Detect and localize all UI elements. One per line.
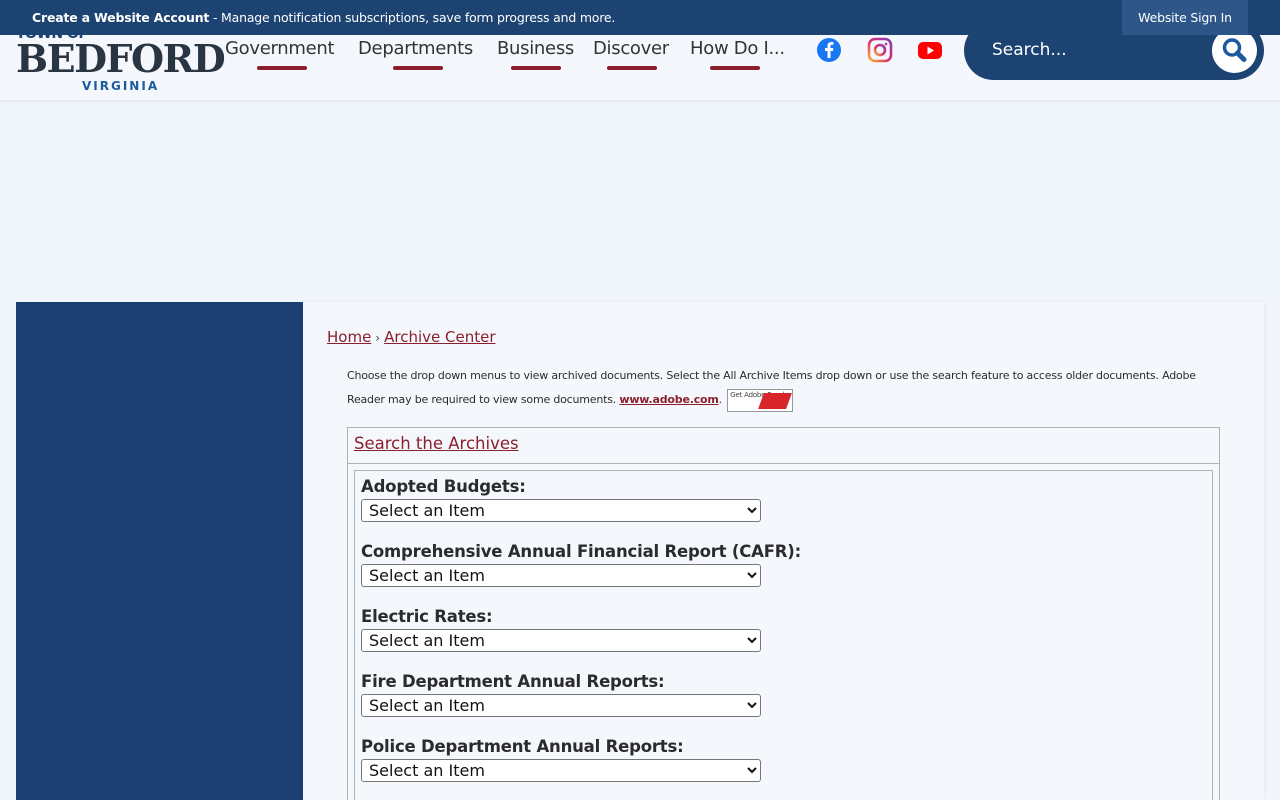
get-adobe-reader-badge[interactable]: Get Adobe Reader: [727, 388, 794, 412]
top-announcement-bar: Create a Website Account - Manage notifi…: [0, 0, 1280, 35]
instagram-icon[interactable]: [867, 37, 893, 63]
breadcrumb: Home › Archive Center: [327, 328, 496, 346]
cafr-select[interactable]: Select an Item: [361, 564, 761, 587]
nav-underline: [393, 66, 443, 70]
nav-how-do-i[interactable]: How Do I...: [690, 38, 785, 70]
archive-search-box: Search the Archives Adopted Budgets: Sel…: [347, 427, 1220, 800]
breadcrumb-separator: ›: [375, 331, 381, 345]
archive-fields: Adopted Budgets: Select an Item Comprehe…: [354, 470, 1213, 800]
field-label: Police Department Annual Reports:: [361, 737, 684, 756]
account-message: Create a Website Account - Manage notifi…: [32, 0, 615, 35]
create-account-link[interactable]: Create a Website Account: [32, 10, 209, 25]
police-department-reports-select[interactable]: Select an Item: [361, 759, 761, 782]
fire-department-reports-select[interactable]: Select an Item: [361, 694, 761, 717]
nav-underline: [257, 66, 307, 70]
breadcrumb-archive-center-link[interactable]: Archive Center: [384, 328, 495, 346]
field-police-department-reports: Police Department Annual Reports: Select…: [361, 737, 761, 782]
field-adopted-budgets: Adopted Budgets: Select an Item: [361, 477, 761, 522]
logo-name-text: BEDFORD: [16, 36, 226, 81]
archive-header: Search the Archives: [348, 428, 1219, 464]
account-message-text: - Manage notification subscriptions, sav…: [209, 10, 616, 25]
electric-rates-select[interactable]: Select an Item: [361, 629, 761, 652]
field-label: Adopted Budgets:: [361, 477, 526, 496]
field-fire-department-reports: Fire Department Annual Reports: Select a…: [361, 672, 761, 717]
field-label: Fire Department Annual Reports:: [361, 672, 665, 691]
adobe-link[interactable]: www.adobe.com: [619, 393, 718, 406]
nav-label: Departments: [358, 38, 474, 59]
website-sign-in-button[interactable]: Website Sign In: [1122, 0, 1248, 35]
field-electric-rates: Electric Rates: Select an Item: [361, 607, 761, 652]
nav-label: Government: [225, 38, 335, 59]
search-archives-link[interactable]: Search the Archives: [354, 434, 519, 453]
intro-paragraph: Choose the drop down menus to view archi…: [347, 364, 1197, 412]
intro-period: .: [718, 393, 723, 406]
nav-departments[interactable]: Departments: [358, 38, 474, 70]
sidebar-panel: [16, 302, 303, 800]
nav-label: Business: [497, 38, 574, 59]
adobe-logo-icon: [758, 392, 793, 409]
field-cafr: Comprehensive Annual Financial Report (C…: [361, 542, 801, 587]
nav-underline: [710, 66, 760, 70]
breadcrumb-home-link[interactable]: Home: [327, 328, 371, 346]
facebook-icon[interactable]: [816, 37, 842, 63]
main-content: Home › Archive Center Choose the drop down…: [303, 302, 1264, 800]
field-label: Electric Rates:: [361, 607, 493, 626]
nav-underline: [511, 66, 561, 70]
nav-label: How Do I...: [690, 38, 785, 59]
youtube-icon[interactable]: [917, 37, 943, 63]
nav-label: Discover: [593, 38, 669, 59]
nav-discover[interactable]: Discover: [593, 38, 669, 70]
logo-state-text: VIRGINIA: [82, 79, 160, 93]
search-input[interactable]: [992, 35, 1192, 65]
adopted-budgets-select[interactable]: Select an Item: [361, 499, 761, 522]
nav-business[interactable]: Business: [497, 38, 574, 70]
nav-underline: [607, 66, 657, 70]
nav-government[interactable]: Government: [225, 38, 335, 70]
field-label: Comprehensive Annual Financial Report (C…: [361, 542, 802, 561]
